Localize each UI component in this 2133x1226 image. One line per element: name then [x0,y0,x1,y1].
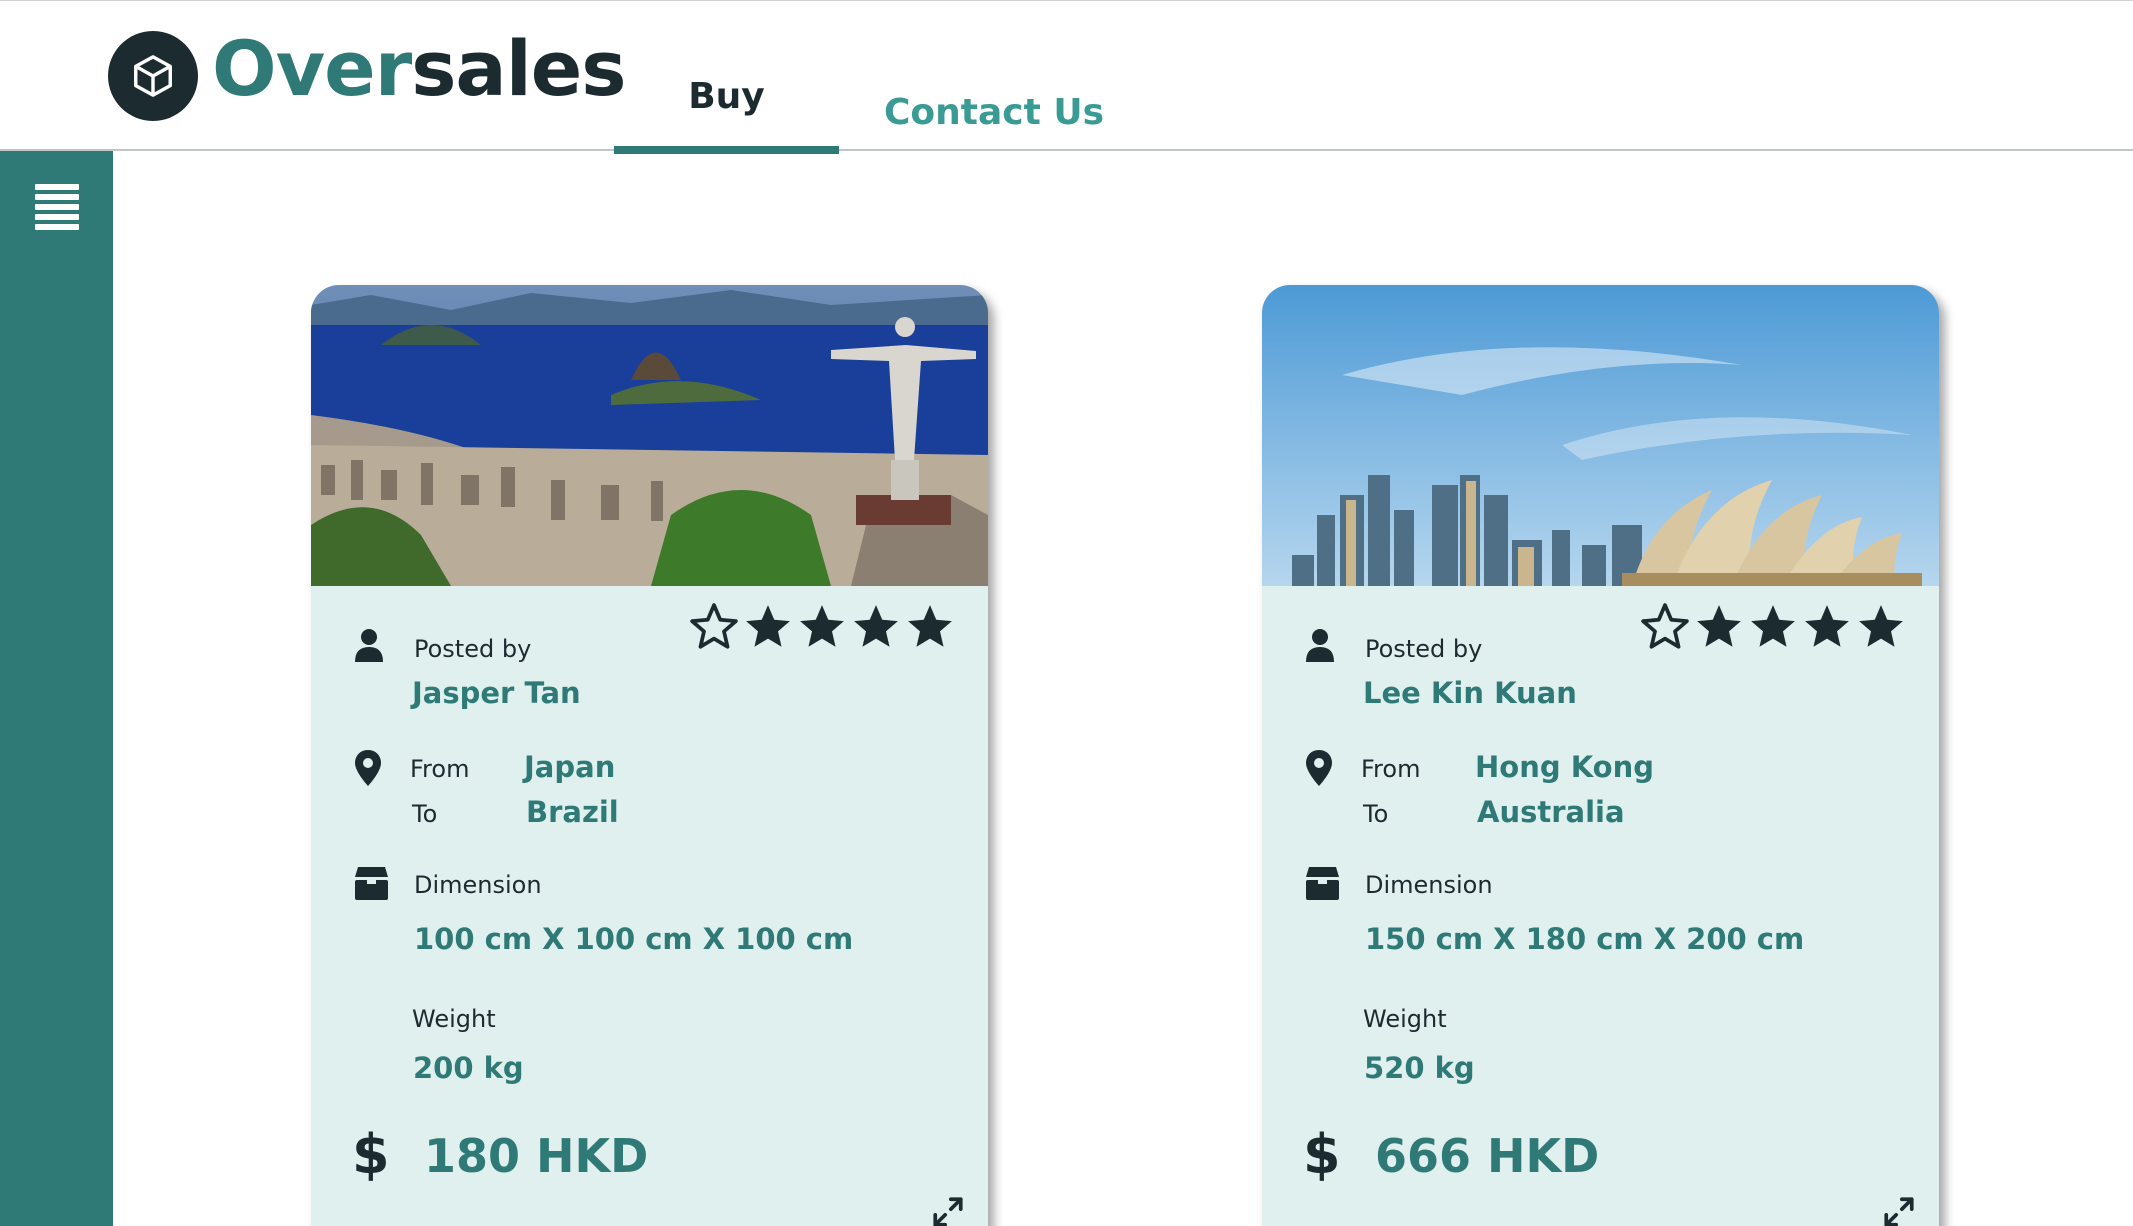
weight-label: Weight [1363,1005,1447,1033]
user-icon [1306,629,1334,662]
star-filled-icon [1859,605,1903,647]
listing-image-sydney [1262,285,1939,586]
weight-value: 200 kg [413,1051,524,1085]
tab-buy-label: Buy [688,76,765,117]
posted-by-label: Posted by [414,635,532,663]
from-label: From [1361,755,1421,783]
user-icon [355,629,383,662]
poster-name[interactable]: Jasper Tan [412,679,581,708]
package-box-icon [1306,867,1339,900]
dollar-icon: $ [352,1123,390,1186]
logo-part-sales: sales [411,24,626,113]
star-filled-icon [1751,605,1795,647]
to-label: To [412,800,438,828]
dimension-value: 150 cm X 180 cm X 200 cm [1365,922,1805,956]
active-tab-indicator [614,146,839,154]
star-filled-icon [746,605,790,647]
location-pin-icon [1306,750,1332,786]
star-filled-icon [908,605,952,647]
app-logo-text[interactable]: Oversales [212,31,627,107]
logo-part-over: Over [212,24,412,113]
price-value: 666 HKD [1375,1129,1600,1183]
dimension-label: Dimension [414,871,542,899]
expand-icon[interactable] [931,1195,965,1226]
sidebar [0,151,113,1226]
star-empty-icon [1641,603,1689,649]
from-value: Japan [524,750,616,784]
dimension-label: Dimension [1365,871,1493,899]
logo-box-icon[interactable] [108,31,198,121]
top-header: Oversales Buy Contact Us [0,0,2133,154]
to-label: To [1363,800,1389,828]
listing-card[interactable]: Posted by Lee Kin Kuan From Hong Kong To… [1262,285,1939,1226]
tab-contact-us[interactable]: Contact Us [884,95,1104,131]
dollar-icon: $ [1303,1123,1341,1186]
posted-by-label: Posted by [1365,635,1483,663]
from-label: From [410,755,470,783]
star-filled-icon [1805,605,1849,647]
poster-name[interactable]: Lee Kin Kuan [1363,679,1577,708]
to-value: Australia [1477,795,1625,829]
tab-buy[interactable]: Buy [614,76,839,154]
star-filled-icon [1697,605,1741,647]
star-empty-icon [690,603,738,649]
hamburger-icon[interactable] [35,184,79,230]
location-pin-icon [355,750,381,786]
tab-contact-us-label: Contact Us [884,92,1105,133]
package-box-icon [355,867,388,900]
rating-stars [689,602,955,652]
star-filled-icon [854,605,898,647]
rating-stars [1640,602,1906,652]
expand-icon[interactable] [1882,1195,1916,1226]
to-value: Brazil [526,795,619,829]
listing-image-rio [311,285,988,586]
weight-value: 520 kg [1364,1051,1475,1085]
weight-label: Weight [412,1005,496,1033]
dimension-value: 100 cm X 100 cm X 100 cm [414,922,854,956]
from-value: Hong Kong [1475,750,1654,784]
price-value: 180 HKD [424,1129,649,1183]
star-filled-icon [800,605,844,647]
listing-card[interactable]: Posted by Jasper Tan From Japan To Brazi… [311,285,988,1226]
